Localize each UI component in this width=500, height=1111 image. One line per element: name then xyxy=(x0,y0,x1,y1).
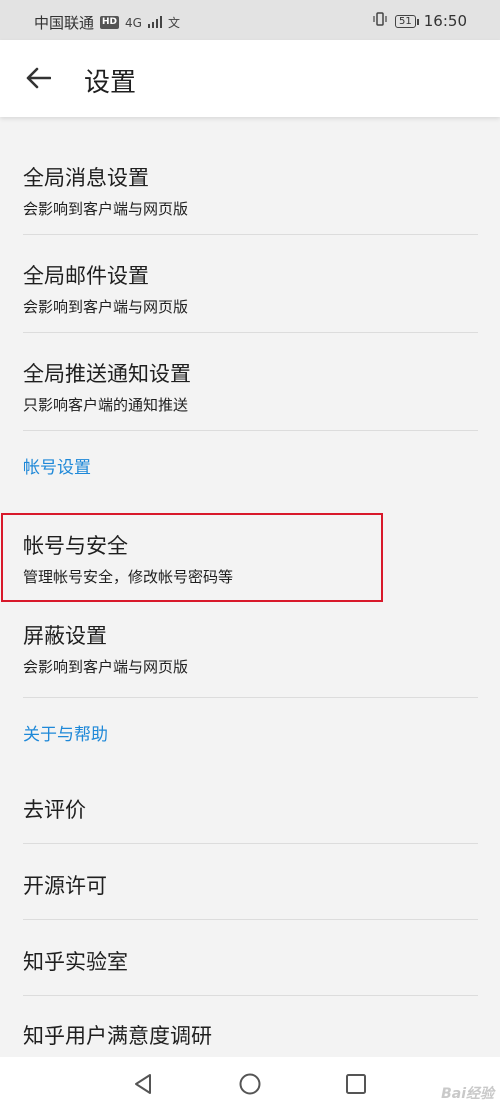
signal-icon xyxy=(147,14,162,32)
item-title: 屏蔽设置 xyxy=(23,624,107,648)
item-title: 全局邮件设置 xyxy=(23,264,149,288)
network-type: 4G xyxy=(125,15,142,30)
nav-home-button[interactable] xyxy=(238,1072,262,1096)
battery-level: 51 xyxy=(395,14,419,28)
global-push-settings[interactable]: 全局推送通知设置 只影响客户端的通知推送 xyxy=(23,333,478,431)
page-title: 设置 xyxy=(84,68,137,98)
zhihu-lab-item[interactable]: 知乎实验室 xyxy=(23,920,478,996)
circle-home-icon xyxy=(238,1073,262,1100)
item-title: 去评价 xyxy=(23,798,86,822)
nav-back-button[interactable] xyxy=(131,1072,155,1096)
item-title: 全局消息设置 xyxy=(23,166,149,190)
global-email-settings[interactable]: 全局邮件设置 会影响到客户端与网页版 xyxy=(23,235,478,333)
notification-icon: 文 xyxy=(167,16,180,30)
vibrate-icon xyxy=(373,12,387,30)
item-subtitle: 会影响到客户端与网页版 xyxy=(23,298,189,316)
hd-badge: HD xyxy=(100,16,120,29)
status-bar: 中国联通 HD 4G 文 51 16:50 xyxy=(0,0,500,40)
satisfaction-survey-item[interactable]: 知乎用户满意度调研 xyxy=(23,996,478,1056)
section-label: 帐号设置 xyxy=(23,458,91,478)
item-subtitle: 会影响到客户端与网页版 xyxy=(23,200,189,218)
item-title: 全局推送通知设置 xyxy=(23,362,191,386)
system-nav-bar: Bai经验 xyxy=(0,1057,500,1111)
app-bar: 设置 xyxy=(0,40,500,117)
carrier-name: 中国联通 xyxy=(34,14,95,32)
item-title: 知乎用户满意度调研 xyxy=(23,1024,212,1048)
open-source-license-item[interactable]: 开源许可 xyxy=(23,844,478,920)
back-button[interactable] xyxy=(20,62,56,98)
triangle-back-icon xyxy=(131,1074,155,1100)
item-subtitle: 只影响客户端的通知推送 xyxy=(23,396,189,414)
rate-app-item[interactable]: 去评价 xyxy=(23,768,478,844)
item-title: 知乎实验室 xyxy=(23,950,128,974)
arrow-left-icon xyxy=(25,67,52,93)
highlight-box xyxy=(1,513,383,602)
block-settings-item[interactable]: 屏蔽设置 会影响到客户端与网页版 xyxy=(23,609,478,698)
item-subtitle: 会影响到客户端与网页版 xyxy=(23,658,189,676)
nav-recents-button[interactable] xyxy=(344,1072,368,1096)
section-header-about: 关于与帮助 xyxy=(23,698,500,768)
section-label: 关于与帮助 xyxy=(23,725,108,745)
watermark: Bai经验 xyxy=(441,1086,494,1102)
global-message-settings[interactable]: 全局消息设置 会影响到客户端与网页版 xyxy=(23,118,478,235)
section-header-account: 帐号设置 xyxy=(23,431,500,501)
item-title: 开源许可 xyxy=(23,874,107,898)
square-recents-icon xyxy=(344,1074,368,1100)
clock: 16:50 xyxy=(423,12,467,30)
